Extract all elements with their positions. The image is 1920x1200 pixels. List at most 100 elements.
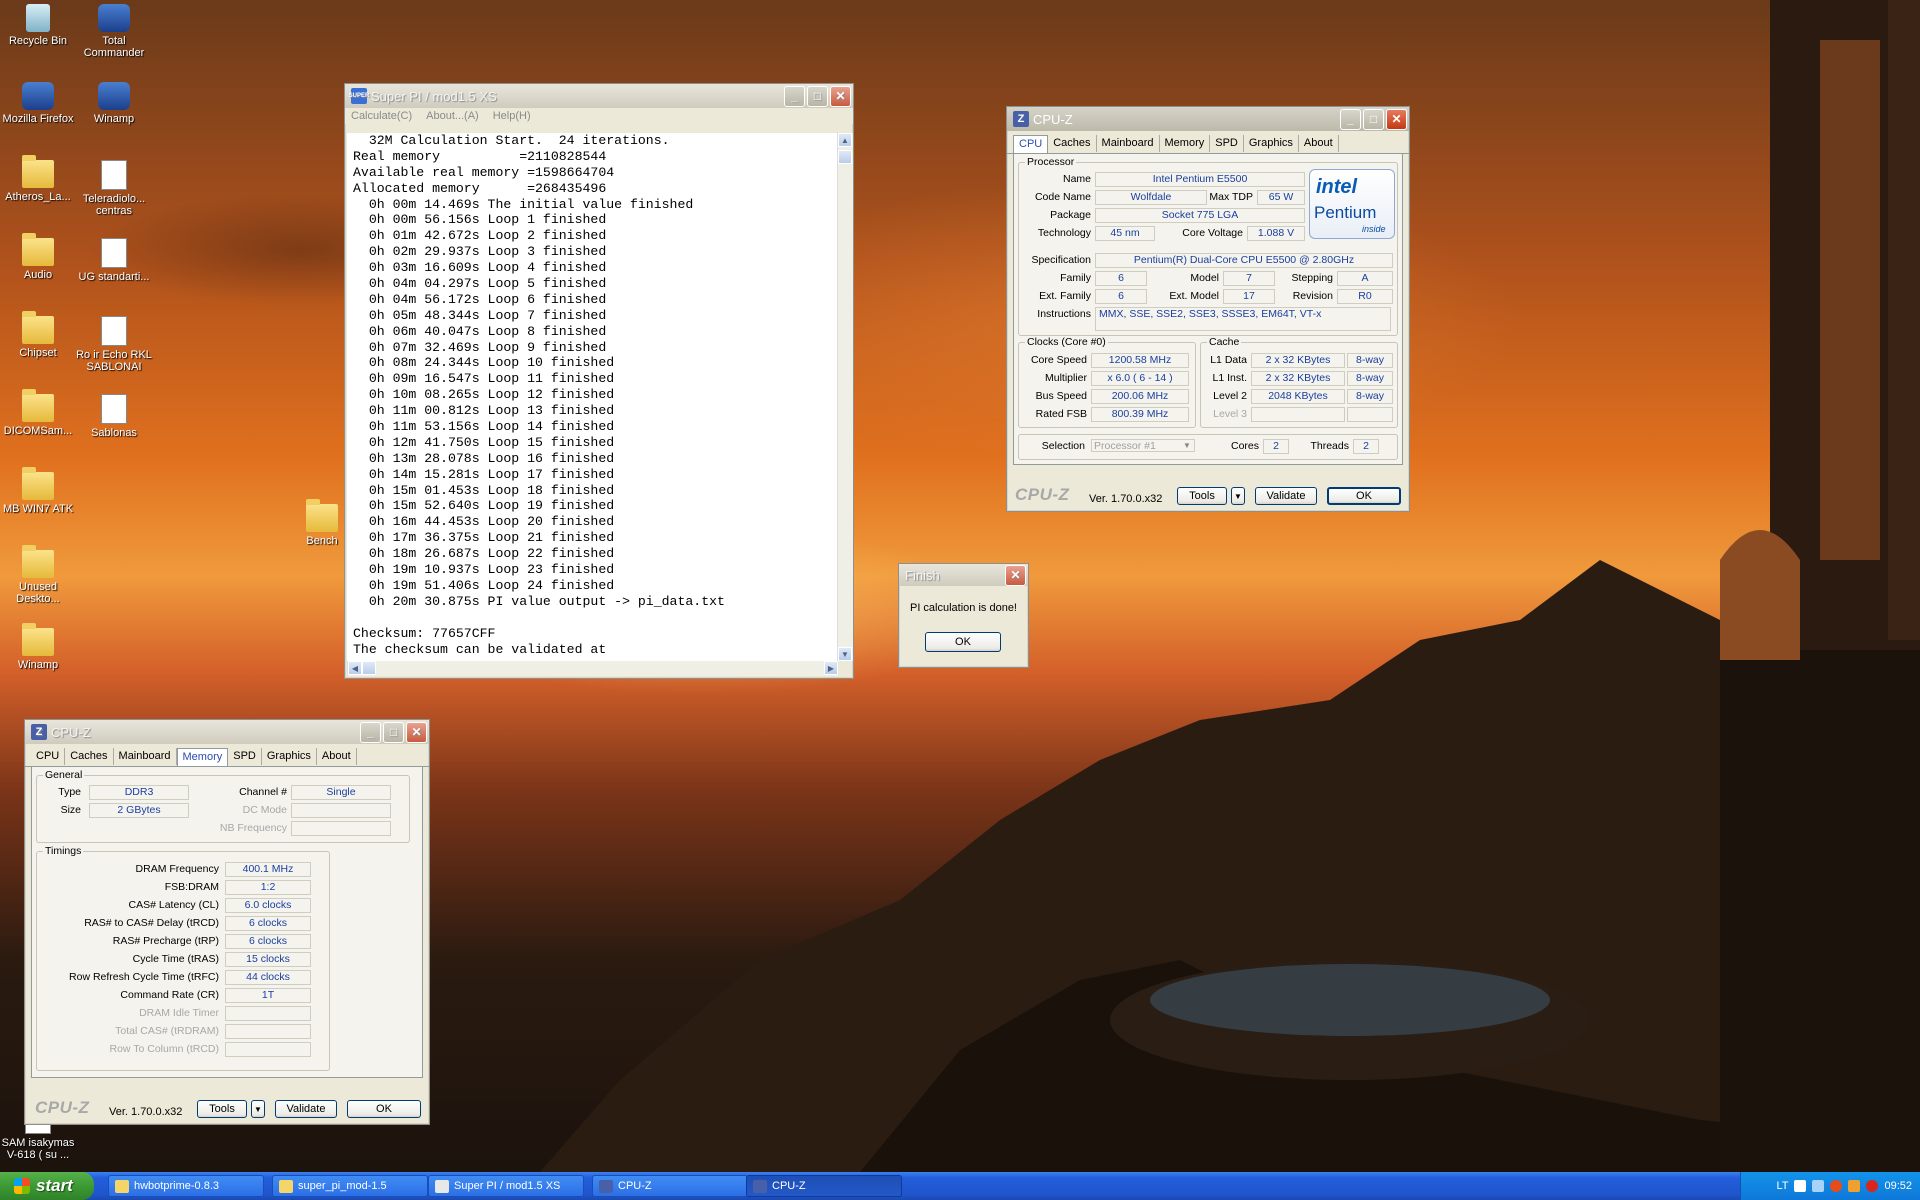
close-button[interactable]: ✕: [1005, 564, 1026, 586]
hscroll-thumb[interactable]: [362, 661, 376, 675]
taskbar-item[interactable]: hwbotprime-0.8.3: [108, 1175, 264, 1197]
tab-mainboard[interactable]: Mainboard: [1097, 135, 1160, 152]
tab-graphics[interactable]: Graphics: [262, 748, 317, 765]
type-label: Type: [58, 786, 81, 798]
maximize-button[interactable]: □: [383, 721, 404, 743]
desktop-icon[interactable]: Unused Deskto...: [0, 545, 76, 605]
desktop-icon[interactable]: Total Commander: [76, 4, 152, 59]
scroll-right-button[interactable]: ▶: [824, 661, 838, 675]
network-icon[interactable]: [1812, 1180, 1825, 1192]
desktop-icon[interactable]: Ro ir Echo RKL SABLONAI: [76, 316, 152, 373]
tab-mainboard[interactable]: Mainboard: [114, 748, 177, 765]
processor-select[interactable]: Processor #1: [1091, 439, 1195, 452]
tab-caches[interactable]: Caches: [65, 748, 114, 765]
maximize-button[interactable]: □: [807, 85, 828, 107]
language-indicator[interactable]: LT: [1776, 1180, 1788, 1192]
general-group: General Type DDR3 Channel # Single Size …: [36, 769, 410, 843]
tab-about[interactable]: About: [1299, 135, 1339, 152]
desktop-icon[interactable]: Winamp: [76, 82, 152, 125]
superpi-window[interactable]: SUPER Super PI / mod1.5 XS _ □ ✕ Calcula…: [344, 83, 854, 679]
desktop-icon[interactable]: UG standarti...: [76, 238, 152, 283]
minimize-button[interactable]: _: [360, 721, 381, 743]
desktop-icon[interactable]: MB WIN7 ATK: [0, 467, 76, 515]
superpi-titlebar[interactable]: SUPER Super PI / mod1.5 XS _ □ ✕: [345, 84, 853, 108]
menu-help[interactable]: Help(H): [493, 110, 531, 122]
desktop-icon[interactable]: Mozilla Firefox: [0, 82, 76, 125]
desktop-icon[interactable]: Atheros_La...: [0, 155, 76, 203]
ok-button[interactable]: OK: [347, 1100, 421, 1118]
finish-titlebar[interactable]: Finish ✕: [899, 564, 1028, 586]
tab-spd[interactable]: SPD: [228, 748, 262, 765]
desktop-icon-label: UG standarti...: [78, 271, 150, 283]
chevron-down-icon[interactable]: ▼: [1183, 441, 1191, 450]
timing-label: DRAM Idle Timer: [139, 1007, 219, 1019]
tab-memory[interactable]: Memory: [1160, 135, 1211, 152]
tools-dropdown-button[interactable]: ▼: [251, 1100, 265, 1118]
desktop-icon[interactable]: Recycle Bin: [0, 4, 76, 47]
tools-button[interactable]: Tools: [197, 1100, 247, 1118]
ok-button[interactable]: OK: [1327, 487, 1401, 505]
close-button[interactable]: ✕: [1386, 108, 1407, 130]
validate-button[interactable]: Validate: [1255, 487, 1317, 505]
desktop-icon[interactable]: Audio: [0, 233, 76, 281]
warning-icon[interactable]: [1866, 1180, 1879, 1192]
corespeed-value: 1200.58 MHz: [1091, 353, 1189, 368]
desktop-icon-label: Unused Deskto...: [16, 581, 60, 605]
channel-value: Single: [291, 785, 391, 800]
scroll-up-button[interactable]: ▲: [838, 133, 852, 147]
scroll-down-button[interactable]: ▼: [838, 647, 852, 661]
tab-spd[interactable]: SPD: [1210, 135, 1244, 152]
clock[interactable]: 09:52: [1884, 1180, 1912, 1192]
tab-about[interactable]: About: [317, 748, 357, 765]
taskbar-item[interactable]: CPU-Z: [746, 1175, 902, 1197]
ok-button[interactable]: OK: [925, 632, 1001, 652]
desktop-icon[interactable]: Sablonas: [76, 394, 152, 439]
vertical-scrollbar[interactable]: ▲ ▼: [837, 133, 853, 661]
console-line: 0h 19m 10.937s Loop 23 finished: [353, 562, 615, 578]
cpuz-titlebar[interactable]: Z CPU-Z _ □ ✕: [1007, 107, 1409, 131]
tab-cpu[interactable]: CPU: [1013, 135, 1049, 154]
volume-icon[interactable]: [1848, 1180, 1861, 1192]
tab-graphics[interactable]: Graphics: [1244, 135, 1299, 152]
selection-label: Selection: [1041, 440, 1085, 452]
security-alert-icon[interactable]: [1830, 1180, 1843, 1192]
cpuz-titlebar[interactable]: Z CPU-Z _ □ ✕: [25, 720, 429, 744]
extfamily-value: 6: [1095, 289, 1147, 304]
minimize-button[interactable]: _: [1340, 108, 1361, 130]
taskbar-item[interactable]: super_pi_mod-1.5: [272, 1175, 428, 1197]
taskbar-item[interactable]: Super PI / mod1.5 XS: [428, 1175, 584, 1197]
close-button[interactable]: ✕: [830, 85, 851, 107]
help-icon[interactable]: [1794, 1180, 1807, 1192]
cpuz-memory-window[interactable]: Z CPU-Z _ □ ✕ CPU Caches Mainboard Memory SP…: [24, 719, 430, 1125]
desktop-icon[interactable]: Teleradiolo... centras: [76, 160, 152, 217]
scroll-thumb[interactable]: [838, 150, 852, 164]
console-line: 0h 16m 44.453s Loop 20 finished: [353, 514, 615, 530]
processor-legend: Processor: [1025, 156, 1077, 168]
tab-cpu[interactable]: CPU: [31, 748, 66, 765]
pentium-brand: Pentium: [1314, 203, 1377, 222]
taskbar-item[interactable]: CPU-Z: [592, 1175, 748, 1197]
maximize-button[interactable]: □: [1363, 108, 1384, 130]
start-button[interactable]: start: [0, 1172, 94, 1200]
desktop-icon[interactable]: Winamp: [0, 623, 76, 671]
menu-about[interactable]: About...(A): [426, 110, 479, 122]
cores-label: Cores: [1230, 440, 1259, 452]
folder-icon: [22, 311, 54, 344]
size-label: Size: [60, 804, 81, 816]
menu-calculate[interactable]: Calculate(C): [351, 110, 412, 122]
cpuz-cpu-window[interactable]: Z CPU-Z _ □ ✕ CPU Caches Mainboard Memory SP…: [1006, 106, 1410, 512]
tools-dropdown-button[interactable]: ▼: [1231, 487, 1245, 505]
tab-caches[interactable]: Caches: [1048, 135, 1097, 152]
desktop-icon[interactable]: Chipset: [0, 311, 76, 359]
tools-button[interactable]: Tools: [1177, 487, 1227, 505]
minimize-button[interactable]: _: [784, 85, 805, 107]
scroll-left-button[interactable]: ◀: [348, 661, 362, 675]
folder-icon: [279, 1179, 293, 1193]
horizontal-scrollbar[interactable]: ◀ ▶: [347, 661, 838, 676]
close-button[interactable]: ✕: [406, 721, 427, 743]
cache-group: Cache L1 Data 2 x 32 KBytes 8-way L1 Ins…: [1200, 336, 1398, 428]
tab-memory[interactable]: Memory: [176, 748, 229, 767]
finish-dialog[interactable]: Finish ✕ PI calculation is done! OK: [898, 563, 1029, 668]
desktop-icon[interactable]: DICOMSam...: [0, 389, 76, 437]
validate-button[interactable]: Validate: [275, 1100, 337, 1118]
